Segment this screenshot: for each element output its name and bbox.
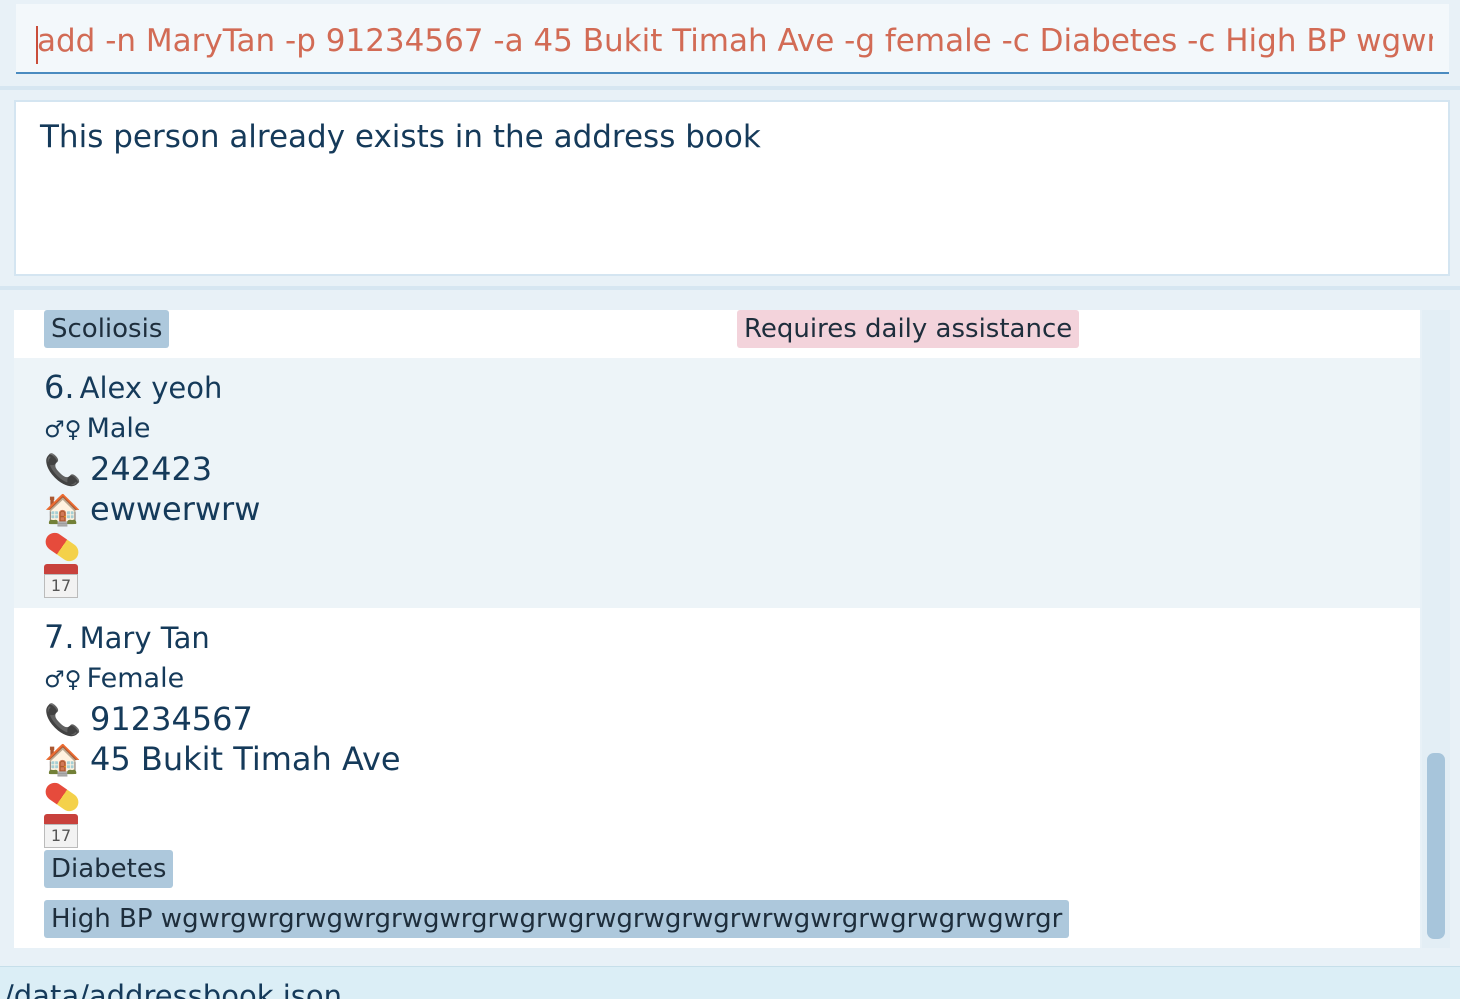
- person-name: Alex yeoh: [79, 371, 223, 405]
- result-message: This person already exists in the addres…: [40, 119, 761, 155]
- calendar-icon: 17: [44, 564, 78, 598]
- person-index: 6.: [44, 368, 75, 406]
- person-name: Mary Tan: [79, 621, 210, 655]
- gender-icon: ♂♀: [44, 667, 82, 693]
- calendar-icon-day: 17: [44, 824, 78, 848]
- person-gender: Female: [86, 663, 185, 694]
- phone-icon: 📞: [44, 453, 82, 488]
- scrollbar-thumb[interactable]: [1427, 753, 1445, 939]
- calendar-icon: 17: [44, 814, 78, 848]
- command-box-area: add -n MaryTan -p 91234567 -a 45 Bukit T…: [0, 0, 1460, 86]
- status-bar: /data/addressbook.json: [0, 966, 1460, 999]
- person-card[interactable]: 7. Mary Tan ♂♀ Female 📞 91234567 🏠 45 Buki…: [14, 608, 1420, 948]
- phone-icon: 📞: [44, 703, 82, 738]
- gender-icon: ♂♀: [44, 417, 82, 443]
- list-scrollbar[interactable]: [1422, 310, 1450, 948]
- result-display[interactable]: This person already exists in the addres…: [14, 100, 1450, 276]
- person-card-partial[interactable]: Scoliosis Requires daily assistance: [14, 310, 1420, 358]
- condition-tag: High BP wgwrgwrgrwgwrgrwgwrgrwgrwgrwgrwg…: [44, 900, 1070, 938]
- calendar-icon-day: 17: [44, 574, 78, 598]
- command-input-text[interactable]: add -n MaryTan -p 91234567 -a 45 Bukit T…: [37, 19, 1433, 63]
- person-phone: 91234567: [90, 700, 253, 738]
- care-tag: Requires daily assistance: [737, 310, 1080, 348]
- condition-tag: Scoliosis: [44, 310, 170, 348]
- person-phone: 242423: [90, 450, 213, 488]
- person-card[interactable]: 6. Alex yeoh ♂♀ Male 📞 242423 🏠 ewwerwrw 1…: [14, 358, 1420, 608]
- person-address: 45 Bukit Timah Ave: [90, 740, 401, 778]
- storage-path: /data/addressbook.json: [4, 979, 342, 999]
- text-caret: [36, 26, 38, 64]
- command-input[interactable]: add -n MaryTan -p 91234567 -a 45 Bukit T…: [16, 4, 1449, 74]
- pill-icon: [42, 779, 82, 815]
- person-gender: Male: [86, 413, 151, 444]
- house-icon: 🏠: [44, 743, 82, 778]
- person-index: 7.: [44, 618, 75, 656]
- condition-tag: Diabetes: [44, 850, 174, 888]
- divider: [0, 286, 1460, 290]
- person-address: ewwerwrw: [90, 490, 261, 528]
- divider: [0, 86, 1460, 90]
- pill-icon: [42, 529, 82, 565]
- person-list[interactable]: Scoliosis Requires daily assistance 6. A…: [14, 310, 1420, 948]
- house-icon: 🏠: [44, 493, 82, 528]
